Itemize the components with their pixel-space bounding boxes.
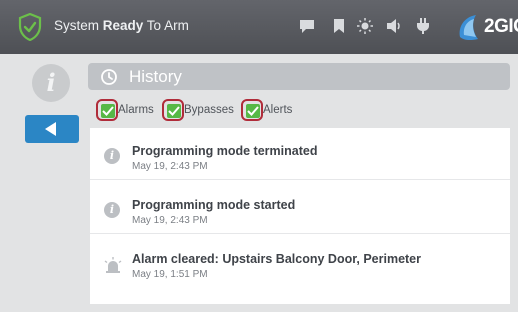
system-status-text[interactable]: System Ready To Arm — [54, 18, 189, 33]
event-title: Programming mode terminated — [132, 144, 318, 158]
check-icon — [101, 104, 115, 118]
info-icon: i — [104, 202, 120, 218]
plug-icon[interactable] — [414, 16, 432, 36]
filter-alerts-label: Alerts — [263, 104, 293, 116]
info-icon: i — [104, 148, 120, 164]
event-title: Alarm cleared: Upstairs Balcony Door, Pe… — [132, 252, 422, 266]
list-item[interactable]: i Programming mode started May 19, 2:43 … — [90, 186, 510, 234]
filter-bypasses-checkbox[interactable] — [162, 99, 184, 121]
filter-alarms-label: Alarms — [118, 104, 154, 116]
history-title: History — [129, 67, 182, 86]
info-glyph: i — [46, 68, 56, 97]
check-icon — [246, 104, 260, 118]
history-event-list[interactable]: i Programming mode terminated May 19, 2:… — [90, 128, 510, 304]
shield-check-icon[interactable] — [18, 13, 42, 41]
row-divider — [90, 179, 510, 180]
back-arrow-icon — [45, 122, 56, 136]
event-time: May 19, 2:43 PM — [132, 215, 208, 226]
list-item[interactable]: i Programming mode terminated May 19, 2:… — [90, 132, 510, 180]
brand-name: 2GIG — [484, 16, 518, 37]
history-clock-icon — [101, 69, 117, 85]
info-button[interactable]: i — [32, 64, 70, 102]
check-icon — [167, 104, 181, 118]
filter-alarms-checkbox[interactable] — [96, 99, 118, 121]
filter-alerts-checkbox[interactable] — [241, 99, 263, 121]
row-divider — [90, 233, 510, 234]
event-title: Programming mode started — [132, 198, 296, 212]
message-icon[interactable] — [298, 16, 316, 36]
list-item[interactable]: Alarm cleared: Upstairs Balcony Door, Pe… — [90, 240, 510, 288]
filter-bypasses-label: Bypasses — [184, 104, 234, 116]
event-time: May 19, 2:43 PM — [132, 161, 208, 172]
event-time: May 19, 1:51 PM — [132, 269, 208, 280]
status-ready: Ready — [102, 18, 144, 33]
back-button[interactable] — [25, 115, 79, 143]
alarm-siren-icon — [104, 257, 122, 273]
bookmark-icon[interactable] — [330, 16, 348, 36]
status-prefix: System — [54, 18, 103, 33]
brightness-icon[interactable] — [356, 16, 374, 36]
volume-icon[interactable] — [385, 16, 403, 36]
history-header: History — [88, 63, 510, 90]
top-status-bar: System Ready To Arm 2GIG — [0, 0, 518, 54]
status-suffix: To Arm — [143, 18, 189, 33]
